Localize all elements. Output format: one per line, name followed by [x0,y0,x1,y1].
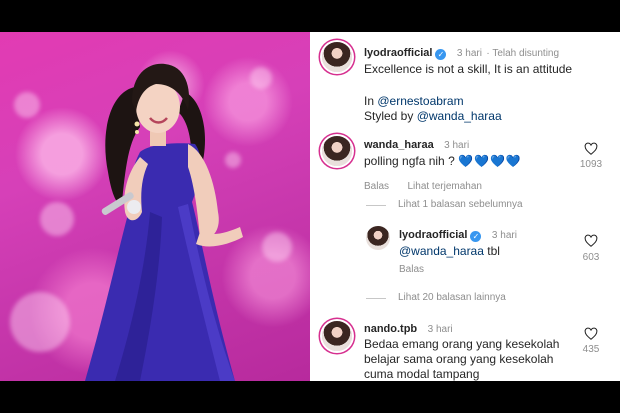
username[interactable]: wanda_haraa [364,139,434,151]
comments-panel[interactable]: lyodraofficial ✓ 3 hari · Telah disunting… [310,32,620,381]
comment-time: 3 hari [444,140,470,151]
like-count: 435 [582,344,600,355]
avatar[interactable] [322,321,352,351]
edited-label: · Telah disunting [486,48,560,59]
caption-styled-by: Styled by @wanda_haraa [364,109,502,124]
comment-item: nando.tpb 3 hari Bedaa emang orang yang … [310,315,620,381]
avatar[interactable] [322,42,352,72]
avatar[interactable] [366,226,390,250]
like-count: 603 [582,252,600,263]
comment-body: polling ngfa nih ? [364,154,455,168]
avatar[interactable] [322,136,352,166]
instagram-post-frame: lyodraofficial ✓ 3 hari · Telah disunting… [0,32,620,381]
like-heart-icon[interactable] [584,234,598,248]
username[interactable]: lyodraofficial [364,47,432,59]
reply-header: lyodraofficial ✓ 3 hari [399,225,517,243]
blue-heart-emoji: 💙💙💙💙 [458,154,522,168]
see-translation-button[interactable]: Lihat terjemahan [407,181,482,192]
caption-header: lyodraofficial ✓ 3 hari · Telah disunting [364,43,559,61]
in-label: In [364,94,375,108]
reply-time: 3 hari [491,230,517,241]
like-heart-icon[interactable] [584,327,598,341]
comment-header: nando.tpb 3 hari [364,319,453,337]
view-previous-replies-label[interactable]: Lihat 1 balasan sebelumnya [398,199,523,210]
thread-line [366,205,386,206]
username[interactable]: nando.tpb [364,323,417,335]
like-count: 1093 [579,159,603,170]
mention-link[interactable]: @wanda_haraa [417,109,502,123]
verified-badge-icon: ✓ [435,49,447,60]
reply-body: tbl [487,244,500,258]
comment-line: belajar sama orang yang kesekolah [364,352,554,366]
singer-illustration [85,63,243,381]
reply-button[interactable]: Balas [364,181,389,192]
view-previous-replies[interactable]: Lihat 1 balasan sebelumnya [310,198,620,216]
reply-button[interactable]: Balas [399,264,424,275]
reply-item: lyodraofficial ✓ 3 hari @wanda_haraa tbl … [310,220,620,286]
comment-item: wanda_haraa 3 hari polling ngfa nih ? 💙💙… [310,130,620,202]
comment-text: Bedaa emang orang yang kesekolah belajar… [364,337,579,381]
comment-line: Bedaa emang orang yang kesekolah [364,337,560,351]
caption-text: Excellence is not a skill, It is an atti… [364,62,573,76]
post-photo [0,32,310,381]
mention-link[interactable]: @wanda_haraa [399,244,484,258]
post-time: 3 hari [456,48,482,59]
post-caption: lyodraofficial ✓ 3 hari · Telah disunting… [310,40,620,130]
comment-header: wanda_haraa 3 hari [364,135,469,153]
comment-line: cuma modal tampang [364,367,480,381]
comment-actions: Balas Lihat terjemahan [364,176,482,194]
like-heart-icon[interactable] [584,142,598,156]
reply-text: @wanda_haraa tbl [399,244,500,259]
verified-badge-icon: ✓ [470,231,482,242]
styled-label: Styled by [364,109,414,123]
thread-line [366,298,386,299]
mention-link[interactable]: @ernestoabram [377,94,463,108]
view-more-replies[interactable]: Lihat 20 balasan lainnya [310,291,620,309]
username[interactable]: lyodraofficial [399,229,467,241]
comment-time: 3 hari [427,324,453,335]
comment-text: polling ngfa nih ? 💙💙💙💙 [364,154,522,169]
view-more-replies-label[interactable]: Lihat 20 balasan lainnya [398,292,506,303]
caption-mention-in: In @ernestoabram [364,94,464,109]
